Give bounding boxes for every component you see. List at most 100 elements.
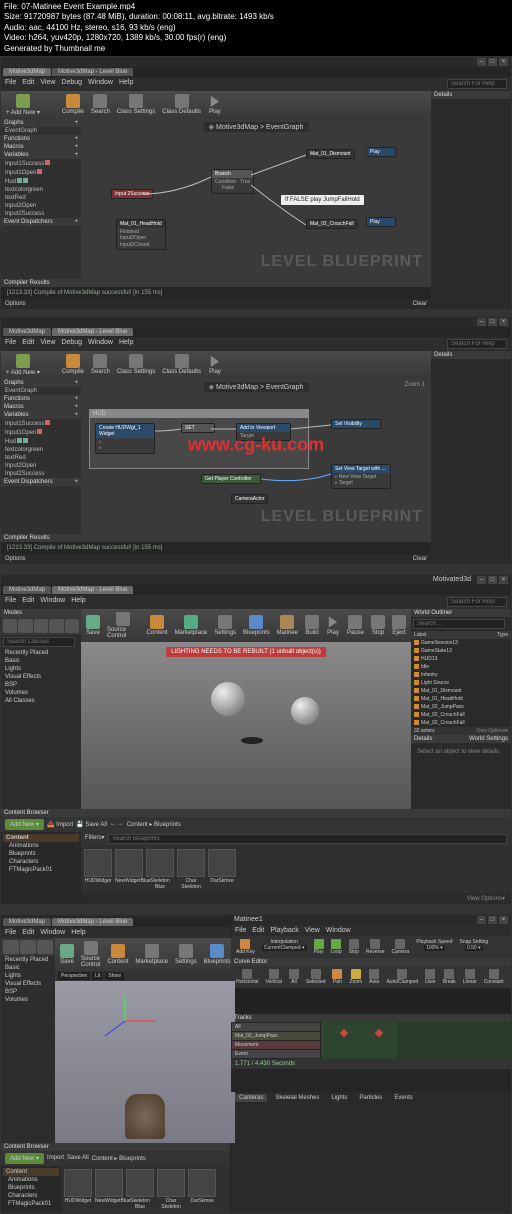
camera-button[interactable]: Camera xyxy=(389,938,413,956)
source-control-button[interactable]: Source Control xyxy=(104,611,143,640)
minimize-button[interactable]: – xyxy=(477,916,486,924)
mode-item[interactable]: BSP xyxy=(1,988,55,996)
menu-file[interactable]: File xyxy=(5,339,16,349)
maximize-button[interactable]: □ xyxy=(488,576,497,584)
search-button[interactable]: Search xyxy=(88,93,113,116)
menu-edit[interactable]: Edit xyxy=(22,597,34,607)
tree-blueprints[interactable]: Blueprints xyxy=(3,850,79,858)
menu-debug[interactable]: Debug xyxy=(61,339,82,349)
node-crouchfall[interactable]: Mat_02_CrouchFall xyxy=(306,219,358,229)
mode-item[interactable]: Basic xyxy=(1,964,55,972)
tab-levelblue[interactable]: Motive3dMap - Level Blue xyxy=(52,68,133,76)
cb-addnew-button[interactable]: Add New ▾ xyxy=(5,1153,44,1164)
play-button[interactable]: Play xyxy=(323,614,343,637)
functions-header[interactable]: Functions+ xyxy=(1,135,81,143)
pause-button[interactable]: Pause xyxy=(344,614,367,637)
asset-item[interactable]: HUDWidget xyxy=(64,1169,92,1210)
foliage-mode-icon[interactable] xyxy=(49,619,63,633)
loop-button[interactable]: Loop xyxy=(328,938,345,956)
outliner-row[interactable]: GameState13 xyxy=(411,647,511,655)
outliner-row[interactable]: Idle xyxy=(411,663,511,671)
mode-icon[interactable] xyxy=(3,940,19,954)
minimize-button[interactable]: – xyxy=(477,58,486,66)
track-movement[interactable]: Movement xyxy=(232,1041,320,1049)
mode-all-classes[interactable]: All Classes xyxy=(1,697,81,705)
blueprints-button[interactable]: Blueprints xyxy=(240,614,273,637)
outliner-row[interactable]: Infantry xyxy=(411,671,511,679)
play-button[interactable]: Play xyxy=(205,93,225,116)
cb-import-button[interactable]: Import xyxy=(47,1155,64,1161)
var-hud[interactable]: Hud xyxy=(1,177,81,186)
outliner-row[interactable]: HUD13 xyxy=(411,655,511,663)
tree-ftmagic[interactable]: FTMagicPack01 xyxy=(3,866,79,874)
maximize-button[interactable]: □ xyxy=(488,58,497,66)
curve-view[interactable] xyxy=(231,988,511,1014)
outliner-row[interactable]: Light Source xyxy=(411,679,511,687)
node-view-target[interactable]: Set View Target with ...▹ New View Targe… xyxy=(331,464,391,489)
menu-view[interactable]: View xyxy=(40,79,55,89)
matinee-button[interactable]: Matinee xyxy=(274,614,301,637)
tree-blueprints[interactable]: Blueprints xyxy=(3,1184,59,1192)
asset-item[interactable]: NewWidgetBlue xyxy=(95,1169,123,1210)
menu-window[interactable]: Window xyxy=(40,929,65,936)
mode-item[interactable]: Recently Placed xyxy=(1,956,55,964)
track-all[interactable]: All xyxy=(232,1023,320,1031)
sc-button[interactable]: Source Control xyxy=(78,940,103,969)
node-headhold[interactable]: Mat_01_HeadHold FinishedInput2OpenInput2… xyxy=(116,219,166,251)
breadcrumb[interactable]: ◆ Motive3dMap > EventGraph xyxy=(204,122,309,132)
menu-window[interactable]: Window xyxy=(40,597,65,607)
menu-file[interactable]: File xyxy=(235,927,246,934)
var-textred[interactable]: textRed xyxy=(1,194,81,202)
content-button[interactable]: Content xyxy=(104,943,131,966)
settings-button[interactable]: Settings xyxy=(172,943,200,966)
variables-header[interactable]: Variables+ xyxy=(1,151,81,159)
menu-help[interactable]: Help xyxy=(119,339,133,349)
outliner-row[interactable]: Mat_01_Dismount xyxy=(411,687,511,695)
menu-view[interactable]: View xyxy=(305,927,320,934)
mode-bsp[interactable]: BSP xyxy=(1,681,81,689)
eject-button[interactable]: Eject xyxy=(389,614,409,637)
menu-edit[interactable]: Edit xyxy=(22,929,34,936)
event-graph-canvas-2[interactable]: ◆ Motive3dMap > EventGraph Zoom 1 HUD Cr… xyxy=(81,379,431,534)
asset-item[interactable]: Skeleton Blue xyxy=(126,1169,154,1210)
ce-pan[interactable]: Pan xyxy=(329,968,345,986)
options-label[interactable]: Options xyxy=(5,556,26,562)
cb-saveall-button[interactable]: Save All xyxy=(67,1155,89,1161)
event-graph-canvas[interactable]: ◆ Motive3dMap > EventGraph Input 2Succes… xyxy=(81,119,431,279)
playback-speed-dropdown[interactable]: Playback Speed100% ▾ xyxy=(413,938,455,956)
view-options-button[interactable]: View Options▾ xyxy=(476,728,508,734)
var-input2open[interactable]: Input2Open xyxy=(1,202,81,210)
cb-filters-button[interactable]: Filters▾ xyxy=(85,834,104,844)
outliner-row[interactable]: Mat_01_HeadHold xyxy=(411,695,511,703)
sphere-2[interactable] xyxy=(291,697,319,725)
comment-false[interactable]: If FALSE play JumpFallHold xyxy=(281,195,364,205)
character-mesh[interactable] xyxy=(125,1094,165,1139)
outliner-row[interactable]: Mat_02_CrouchFall xyxy=(411,711,511,719)
col-label[interactable]: Label xyxy=(414,632,426,638)
close-button[interactable]: × xyxy=(499,58,508,66)
tracks-header[interactable]: Tracks xyxy=(234,1015,252,1021)
settings-button[interactable]: Settings xyxy=(211,614,239,637)
lit-dropdown[interactable]: Lit xyxy=(92,972,103,980)
cb-search-input[interactable] xyxy=(108,834,507,844)
track-event[interactable]: Event xyxy=(232,1050,320,1058)
menu-edit[interactable]: Edit xyxy=(252,927,264,934)
tree-characters[interactable]: Characters xyxy=(3,1192,59,1200)
node-camera[interactable]: CameraActor xyxy=(231,494,268,504)
outliner-row[interactable]: Mat_02_CrouchFall xyxy=(411,719,511,727)
mode-icon[interactable] xyxy=(20,940,36,954)
menu-debug[interactable]: Debug xyxy=(61,79,82,89)
menu-window[interactable]: Window xyxy=(88,339,113,349)
landscape-mode-icon[interactable] xyxy=(34,619,48,633)
menu-help[interactable]: Help xyxy=(71,929,85,936)
cb-path[interactable]: Content ▸ Blueprints xyxy=(127,821,181,828)
search-button[interactable]: Search xyxy=(88,353,113,376)
node-set[interactable]: SET xyxy=(181,423,215,433)
tab[interactable]: Motive3dMap xyxy=(3,586,51,594)
blueprints-button[interactable]: Blueprints xyxy=(201,943,234,966)
mode-recently-placed[interactable]: Recently Placed xyxy=(1,649,81,657)
stop-button[interactable]: Stop xyxy=(368,614,388,637)
tree-animations[interactable]: Animations xyxy=(3,1176,59,1184)
tab-cameras[interactable]: Cameras xyxy=(235,1094,267,1102)
var-input1open[interactable]: Input1Open xyxy=(1,168,81,177)
